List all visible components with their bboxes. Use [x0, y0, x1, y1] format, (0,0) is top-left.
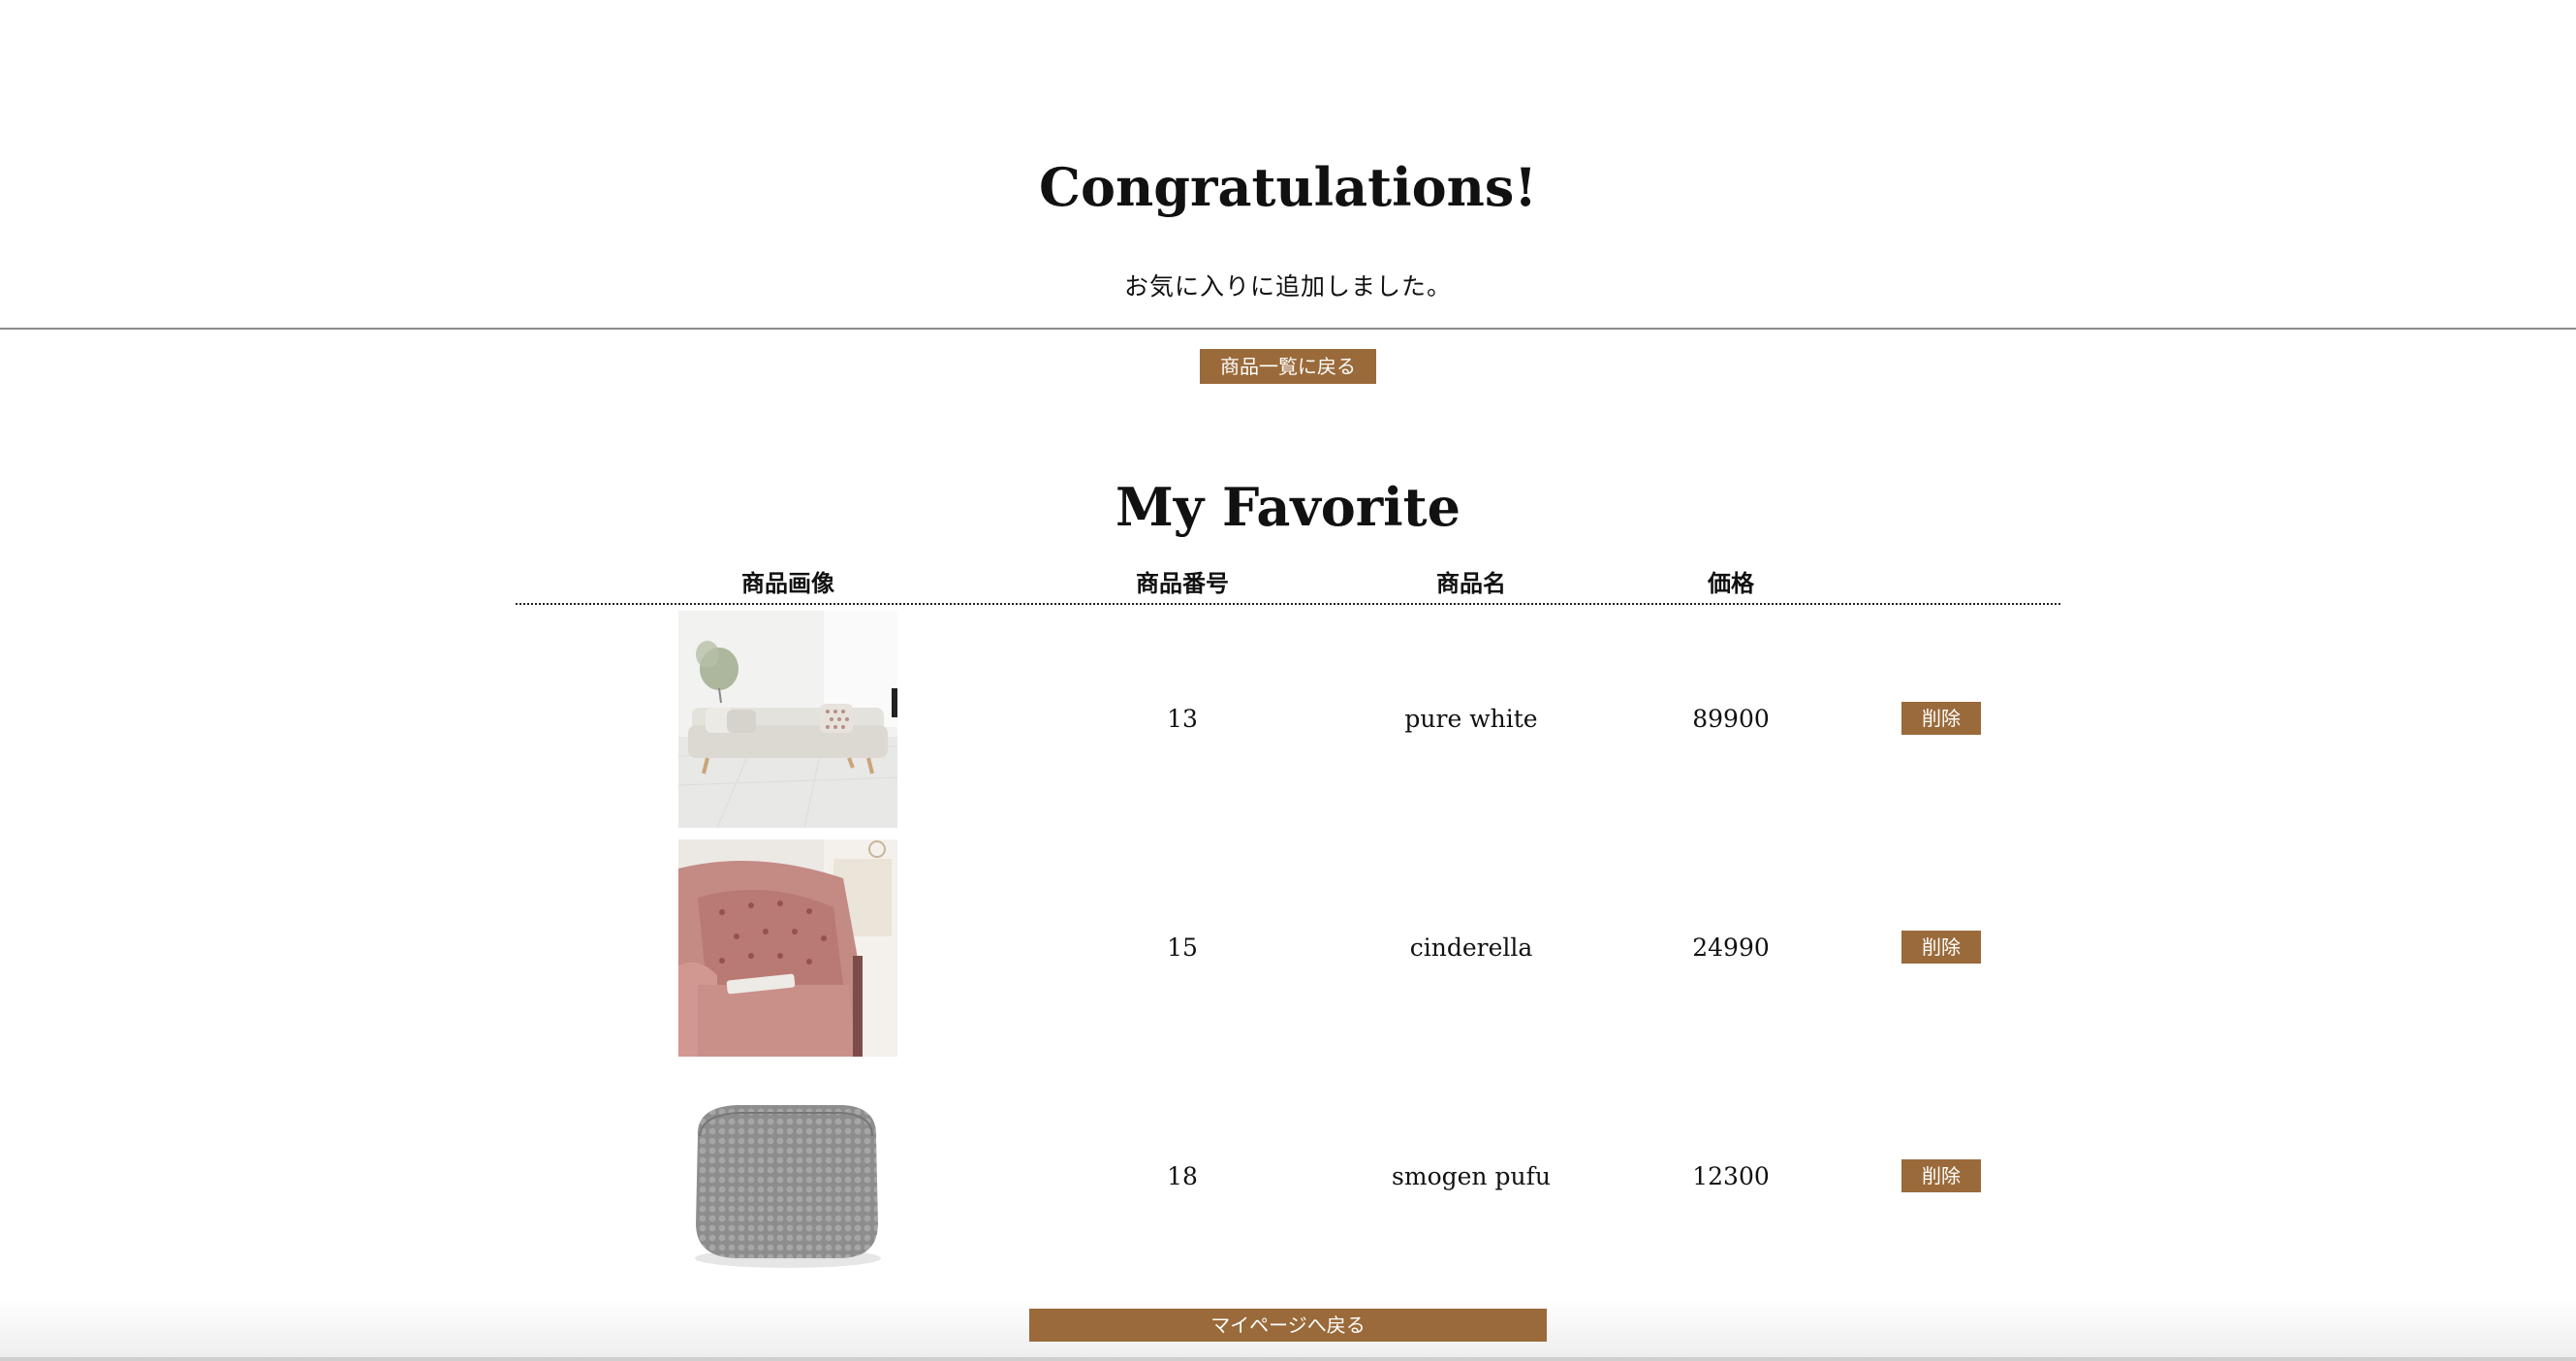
product-price: 89900	[1692, 705, 1770, 733]
bottom-edge	[0, 1357, 2576, 1361]
product-number: 18	[1167, 1162, 1198, 1190]
product-image[interactable]	[678, 611, 897, 828]
table-row: 18 smogen pufu 12300 削除	[516, 1062, 2060, 1291]
table-row: 15 cinderella 24990 削除	[516, 834, 2060, 1062]
column-header-number: 商品番号	[1136, 569, 1229, 597]
congrats-message: お気に入りに追加しました。	[1123, 272, 1452, 301]
column-header-image: 商品画像	[741, 569, 834, 597]
back-to-mypage-button[interactable]: マイページへ戻る	[1029, 1309, 1547, 1342]
column-header-name: 商品名	[1436, 569, 1506, 597]
back-to-product-list-button[interactable]: 商品一覧に戻る	[1200, 349, 1376, 384]
product-price: 12300	[1692, 1162, 1770, 1190]
product-image[interactable]	[678, 839, 897, 1057]
favorites-table: 商品画像 商品番号 商品名 価格 13 pure white 89900 削除 …	[516, 560, 2060, 1291]
table-header: 商品画像 商品番号 商品名 価格	[516, 560, 2060, 605]
page: Congratulations! お気に入りに追加しました。 商品一覧に戻る M…	[0, 0, 2576, 1361]
congrats-title: Congratulations!	[1038, 156, 1537, 218]
product-number: 15	[1167, 934, 1198, 962]
column-header-price: 価格	[1708, 569, 1754, 597]
delete-button[interactable]: 削除	[1901, 702, 1981, 735]
divider	[0, 328, 2576, 330]
product-number: 13	[1167, 705, 1198, 733]
delete-button[interactable]: 削除	[1901, 1159, 1981, 1192]
product-name: cinderella	[1409, 934, 1533, 962]
pink-armchair-image	[678, 839, 897, 1057]
white-sofa-image	[678, 611, 897, 828]
product-name: smogen pufu	[1392, 1162, 1551, 1190]
product-name: pure white	[1404, 705, 1538, 733]
favorites-title: My Favorite	[1115, 476, 1461, 538]
top-nav	[0, 0, 2576, 2]
delete-button[interactable]: 削除	[1901, 931, 1981, 964]
product-price: 24990	[1692, 934, 1770, 962]
grey-knit-pouf-image	[678, 1068, 897, 1285]
product-image[interactable]	[678, 1068, 897, 1285]
table-row: 13 pure white 89900 削除	[516, 605, 2060, 834]
